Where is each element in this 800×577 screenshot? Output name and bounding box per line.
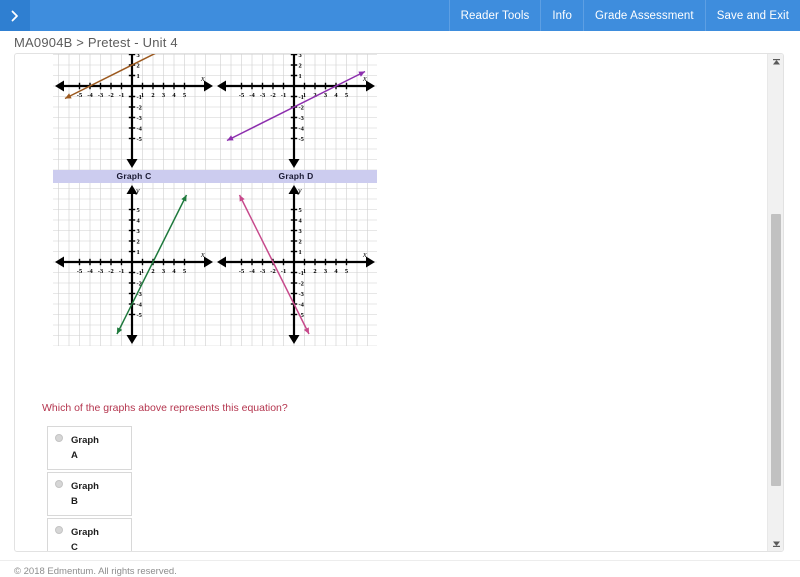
svg-text:1: 1 [137,249,140,256]
svg-text:-4: -4 [299,301,305,308]
coordinate-plane: -5-4-3-2-112345-5-4-3-2-112345xy [215,54,377,170]
graph-c: -5 -4 -3 -2 -1 1 2 3 4 5 -5 -4 -3 -2 -1 1 2 3 4 5 x y [53,183,215,346]
nav-save-and-exit[interactable]: Save and Exit [704,0,800,31]
svg-text:-2: -2 [299,280,304,287]
svg-text:x: x [200,250,205,259]
vertical-scrollbar[interactable] [767,54,783,551]
caret-down-icon [772,534,781,551]
scroll-down-button[interactable] [768,534,783,551]
graph-d: -5 -4 -3 -2 -1 1 2 3 4 5 -5 -4 -3 -2 -1 1 2 3 4 5 x y [215,183,377,346]
graph-row-bottom: -5 -4 -3 -2 -1 1 2 3 4 5 -5 -4 -3 -2 -1 1 2 3 4 5 x y -5 -4 -3-… [53,183,377,346]
content-panel: -5-4-3-2-112345-5-4-3-2-112345xy -5-4-3-… [14,53,784,552]
graph-label-c: Graph C [116,171,152,181]
nav-info[interactable]: Info [540,0,583,31]
svg-text:-3: -3 [260,92,266,99]
footer-copyright: © 2018 Edmentum. All rights reserved. [14,566,177,577]
svg-text:-1: -1 [299,270,304,277]
svg-text:-3: -3 [98,92,104,99]
svg-text:x: x [362,74,367,83]
svg-text:2: 2 [137,238,140,245]
svg-text:-2: -2 [270,268,275,275]
svg-text:y: y [297,186,302,195]
svg-text:2: 2 [137,62,140,69]
svg-text:-3: -3 [260,268,266,275]
svg-text:-5: -5 [77,268,83,275]
svg-text:-2: -2 [299,104,304,111]
scrollbar-thumb[interactable] [771,214,781,486]
svg-text:-5: -5 [137,136,143,143]
svg-text:-1: -1 [119,92,124,99]
svg-text:2: 2 [151,92,154,99]
chevron-right-icon [8,9,22,23]
svg-text:2: 2 [151,268,154,275]
svg-text:-2: -2 [137,104,142,111]
option-label-a: Graph A [71,435,99,461]
svg-text:2: 2 [313,268,316,275]
svg-text:-1: -1 [119,268,124,275]
answer-options: GraphA GraphB GraphC GraphD [47,426,132,551]
svg-text:x: x [362,250,367,259]
svg-text:2: 2 [299,62,302,69]
coordinate-plane: -5-4-3-2-112345-5-4-3-2-112345xy [53,183,215,346]
svg-text:-3: -3 [299,115,305,122]
svg-text:2: 2 [299,238,302,245]
svg-text:1: 1 [137,73,140,80]
graph-label-d: Graph D [278,171,314,181]
nav-reader-tools[interactable]: Reader Tools [448,0,541,31]
svg-text:-4: -4 [249,268,255,275]
graph-a: -5-4-3-2-112345-5-4-3-2-112345xy [53,54,215,170]
expand-sidebar-button[interactable] [0,0,30,31]
top-toolbar: Reader Tools Info Grade Assessment Save … [0,0,800,31]
radio-graph-c[interactable] [55,526,63,534]
svg-text:-5: -5 [239,92,245,99]
option-label-c: Graph C [71,527,99,551]
svg-text:-2: -2 [108,92,113,99]
coordinate-plane: -5-4-3-2-112345-5-4-3-2-112345xy [53,54,215,170]
coordinate-plane: -5-4-3-2-112345-5-4-3-2-112345xy [215,183,377,346]
svg-text:-4: -4 [299,125,305,132]
top-nav: Reader Tools Info Grade Assessment Save … [448,0,800,31]
footer-divider [0,560,800,561]
caret-up-icon [772,54,781,71]
svg-text:-3: -3 [299,291,305,298]
svg-text:-1: -1 [299,94,304,101]
svg-text:1: 1 [299,249,302,256]
radio-graph-a[interactable] [55,434,63,442]
radio-graph-b[interactable] [55,480,63,488]
svg-text:-1: -1 [137,270,142,277]
svg-text:-5: -5 [77,92,83,99]
svg-text:-4: -4 [249,92,255,99]
question-prompt: Which of the graphs above represents thi… [42,402,288,414]
svg-text:-1: -1 [281,92,286,99]
graph-row-top: -5-4-3-2-112345-5-4-3-2-112345xy -5-4-3-… [53,54,377,170]
svg-text:-2: -2 [270,92,275,99]
option-graph-c[interactable]: Graph C [47,518,132,551]
svg-text:-4: -4 [137,301,143,308]
graph-figure: -5-4-3-2-112345-5-4-3-2-112345xy -5-4-3-… [53,54,377,346]
breadcrumb: MA0904B > Pretest - Unit 4 [14,35,178,50]
svg-text:-4: -4 [137,125,143,132]
svg-text:-4: -4 [87,92,93,99]
option-graph-a[interactable]: Graph A [47,426,132,470]
svg-text:x: x [200,74,205,83]
svg-text:-3: -3 [98,268,104,275]
svg-text:-1: -1 [137,94,142,101]
nav-grade-assessment[interactable]: Grade Assessment [582,0,705,31]
svg-text:-1: -1 [281,268,286,275]
svg-text:1: 1 [299,73,302,80]
scroll-up-button[interactable] [768,54,783,71]
svg-text:-5: -5 [239,268,245,275]
svg-text:y: y [135,186,140,195]
svg-text:-5: -5 [299,136,305,143]
svg-text:-5: -5 [137,312,143,319]
svg-text:-4: -4 [87,268,93,275]
option-label-b: Graph B [71,481,99,507]
graph-b: -5-4-3-2-112345-5-4-3-2-112345xy [215,54,377,170]
svg-text:-3: -3 [137,115,143,122]
option-graph-b[interactable]: Graph B [47,472,132,516]
content-scroll-area: -5-4-3-2-112345-5-4-3-2-112345xy -5-4-3-… [15,54,767,551]
graph-label-band: Graph C Graph D [53,170,377,183]
svg-text:-2: -2 [108,268,113,275]
